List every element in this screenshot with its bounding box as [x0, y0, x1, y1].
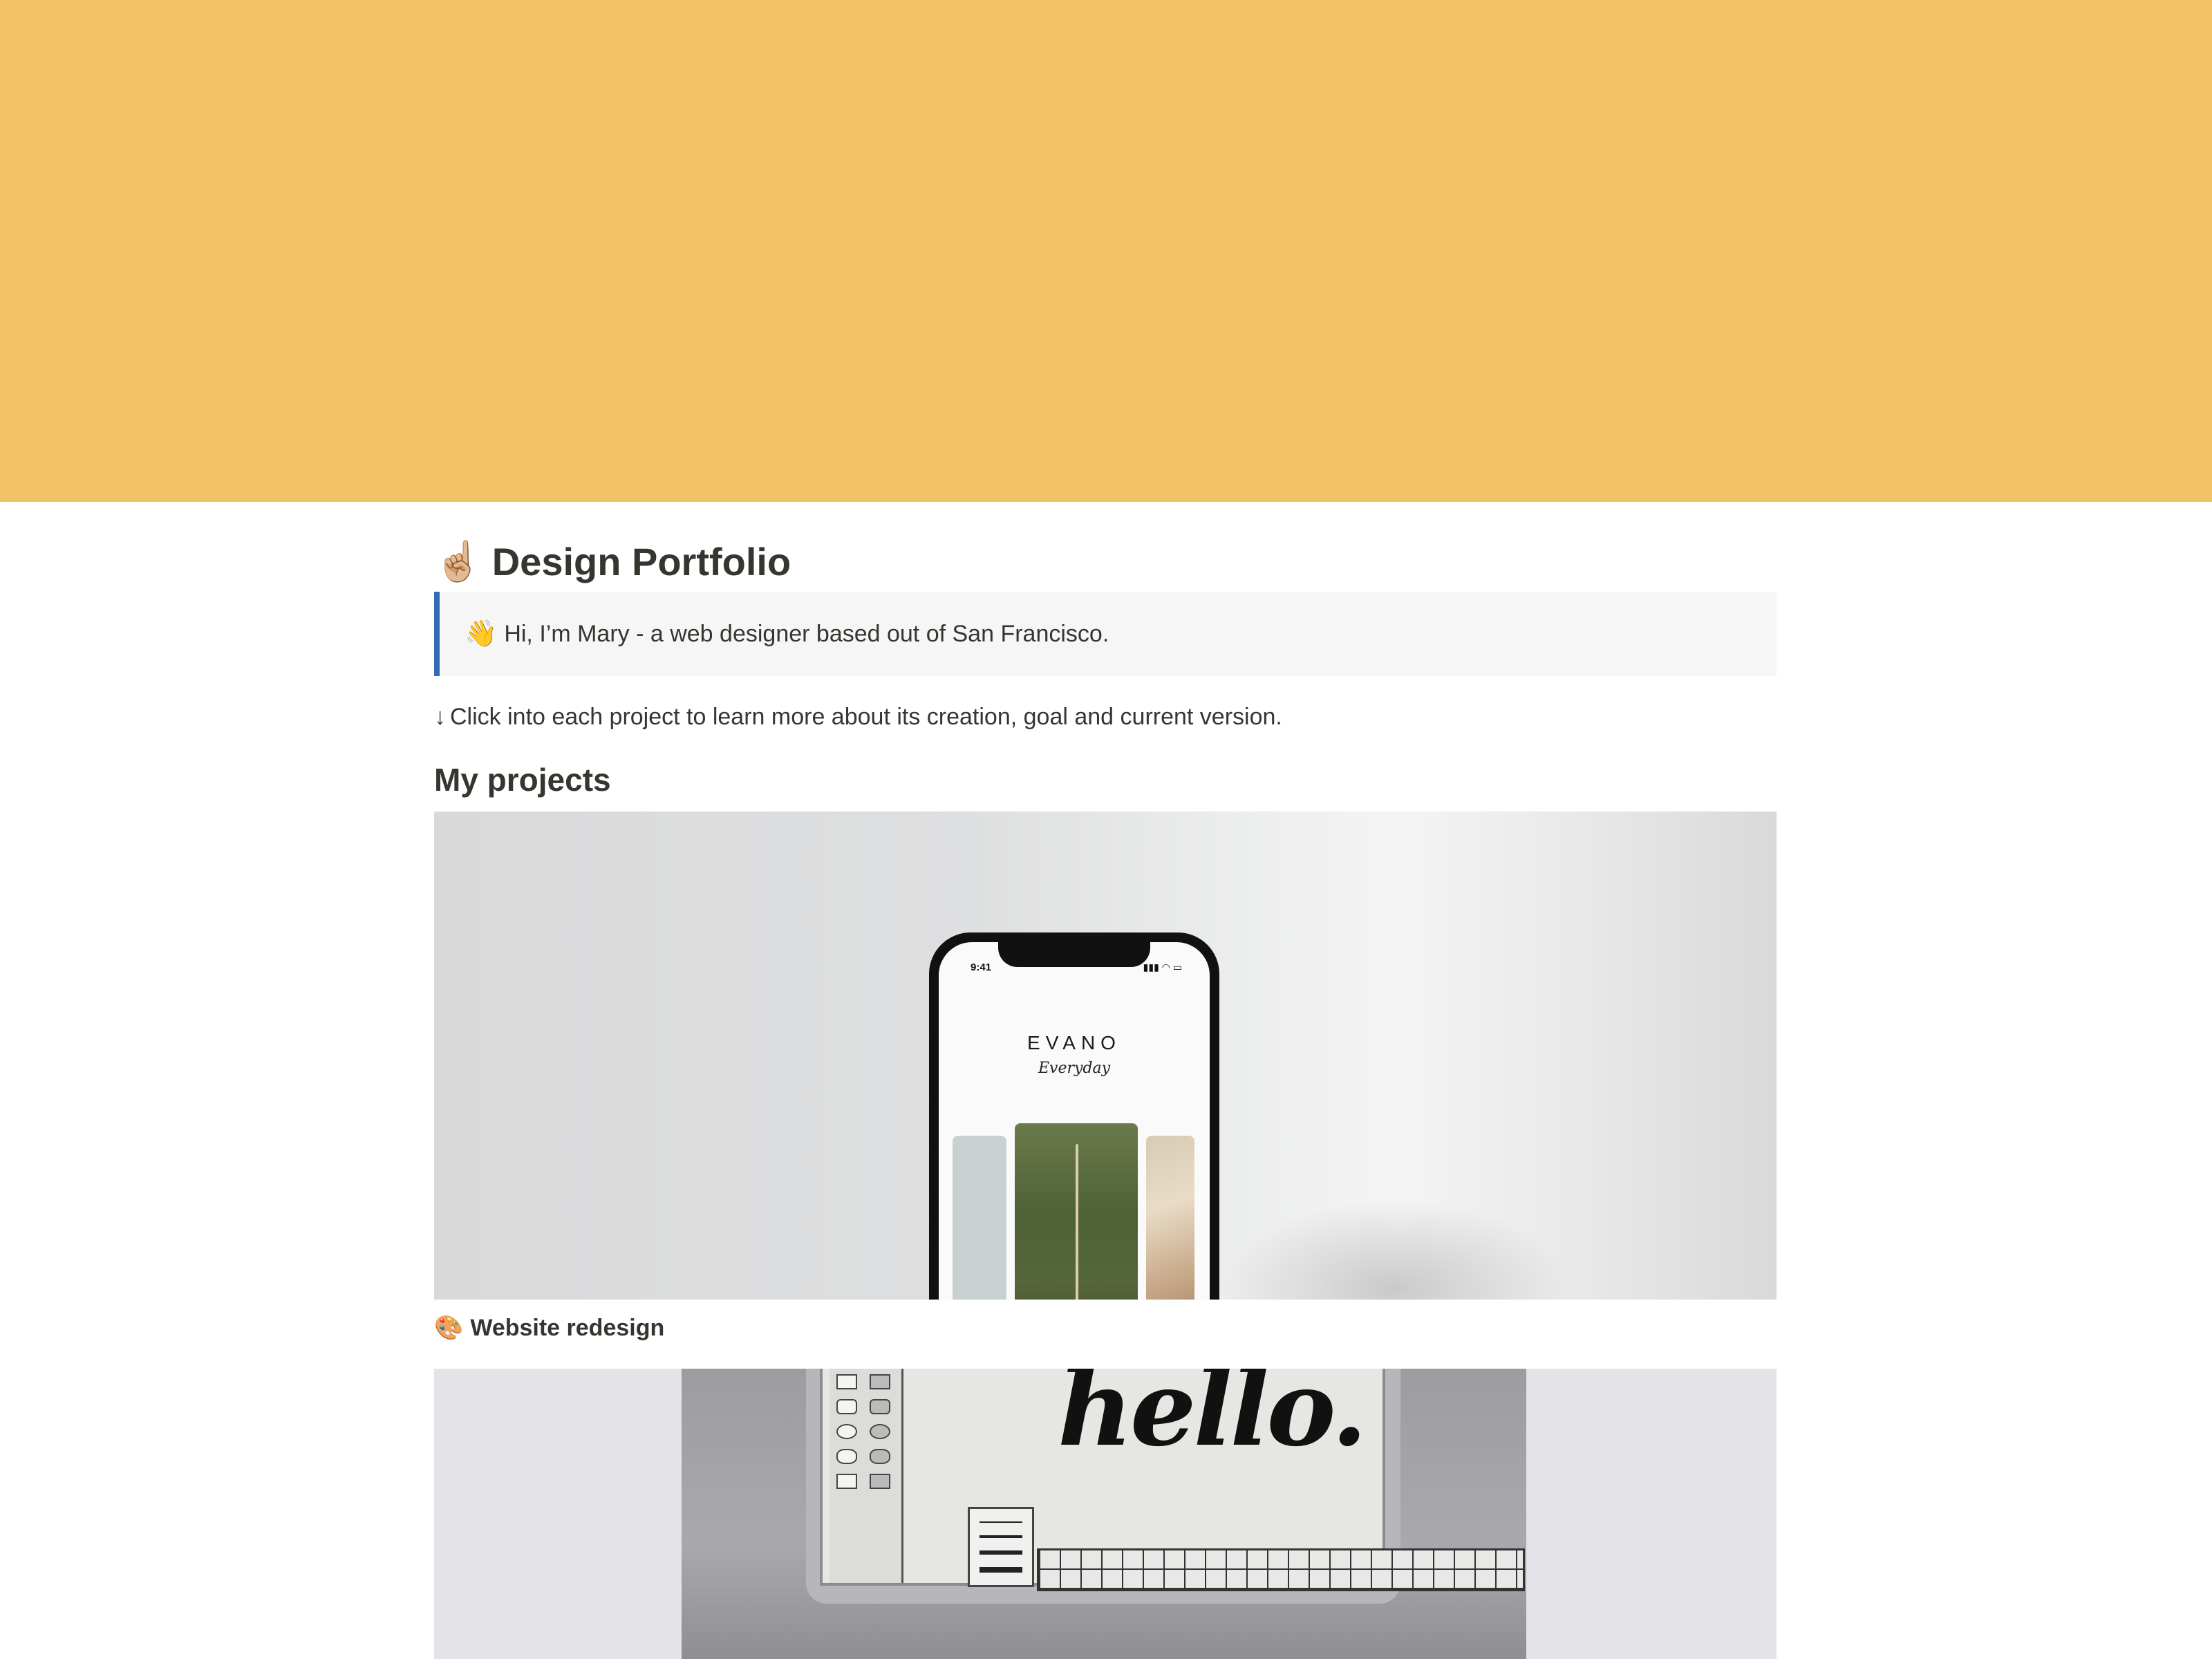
computer-mockup-image: hello. — [682, 1369, 1526, 1659]
phone-screen: 9:41 ▮▮▮ ◠ ▭ EVANO Everyday — [939, 942, 1210, 1300]
phone-time: 9:41 — [971, 962, 992, 973]
instruction-text-body: Click into each project to learn more ab… — [450, 704, 1282, 730]
filled-freeform-tool-icon — [870, 1449, 890, 1464]
filled-polygon-tool-icon — [870, 1474, 890, 1489]
grass-stem-decoration — [1076, 1144, 1078, 1300]
pattern-palette — [1037, 1548, 1525, 1591]
screen-hello-text: hello. — [1058, 1369, 1367, 1470]
callout-text: Hi, I’m Mary - a web designer based out … — [504, 620, 1109, 647]
waving-hand-icon: 👋 — [465, 619, 498, 648]
pointing-finger-icon: ☝🏼 — [434, 539, 482, 583]
line-width-selector — [968, 1507, 1034, 1587]
page-title: ☝🏼 Design Portfolio — [434, 534, 791, 589]
project-card-cover-website-redesign[interactable]: 9:41 ▮▮▮ ◠ ▭ EVANO Everyday — [434, 812, 1777, 1300]
phone-status-icons: ▮▮▮ ◠ ▭ — [1143, 962, 1182, 973]
freeform-tool-icon — [836, 1449, 857, 1464]
project-title-website-redesign[interactable]: 🎨 Website redesign — [434, 1311, 664, 1345]
phone-image-panel-grass — [1015, 1123, 1138, 1300]
project-card-cover-hello[interactable]: hello. — [434, 1369, 1777, 1659]
phone-image-panel-left — [953, 1136, 1006, 1300]
phone-brand-subtitle: Everyday — [1038, 1060, 1111, 1077]
polygon-tool-icon — [836, 1474, 857, 1489]
filled-rectangle-tool-icon — [870, 1374, 890, 1389]
rectangle-tool-icon — [836, 1374, 857, 1389]
palette-icon: 🎨 — [434, 1315, 464, 1341]
phone-mockup-image: 9:41 ▮▮▮ ◠ ▭ EVANO Everyday — [929, 932, 1219, 1300]
shadow-decoration — [1222, 1199, 1568, 1300]
arrow-down-icon: ↓ — [434, 704, 446, 730]
instruction-text: ↓ Click into each project to learn more a… — [434, 700, 1282, 734]
page-cover — [0, 0, 2212, 502]
filled-rounded-rect-tool-icon — [870, 1399, 890, 1414]
rounded-rect-tool-icon — [836, 1399, 857, 1414]
filled-oval-tool-icon — [870, 1424, 890, 1439]
computer-screen: hello. — [820, 1369, 1525, 1591]
phone-image-panel-right — [1146, 1136, 1194, 1300]
phone-notch — [998, 942, 1150, 967]
intro-callout: 👋 Hi, I’m Mary - a web designer based ou… — [434, 592, 1777, 676]
phone-brand-text: EVANO — [1027, 1032, 1121, 1053]
project-title-text: Website redesign — [470, 1314, 665, 1341]
section-heading: My projects — [434, 762, 611, 798]
paint-tool-palette — [830, 1369, 903, 1583]
computer-bezel: hello. — [806, 1369, 1525, 1604]
page-title-text: Design Portfolio — [491, 539, 791, 583]
oval-tool-icon — [836, 1424, 857, 1439]
